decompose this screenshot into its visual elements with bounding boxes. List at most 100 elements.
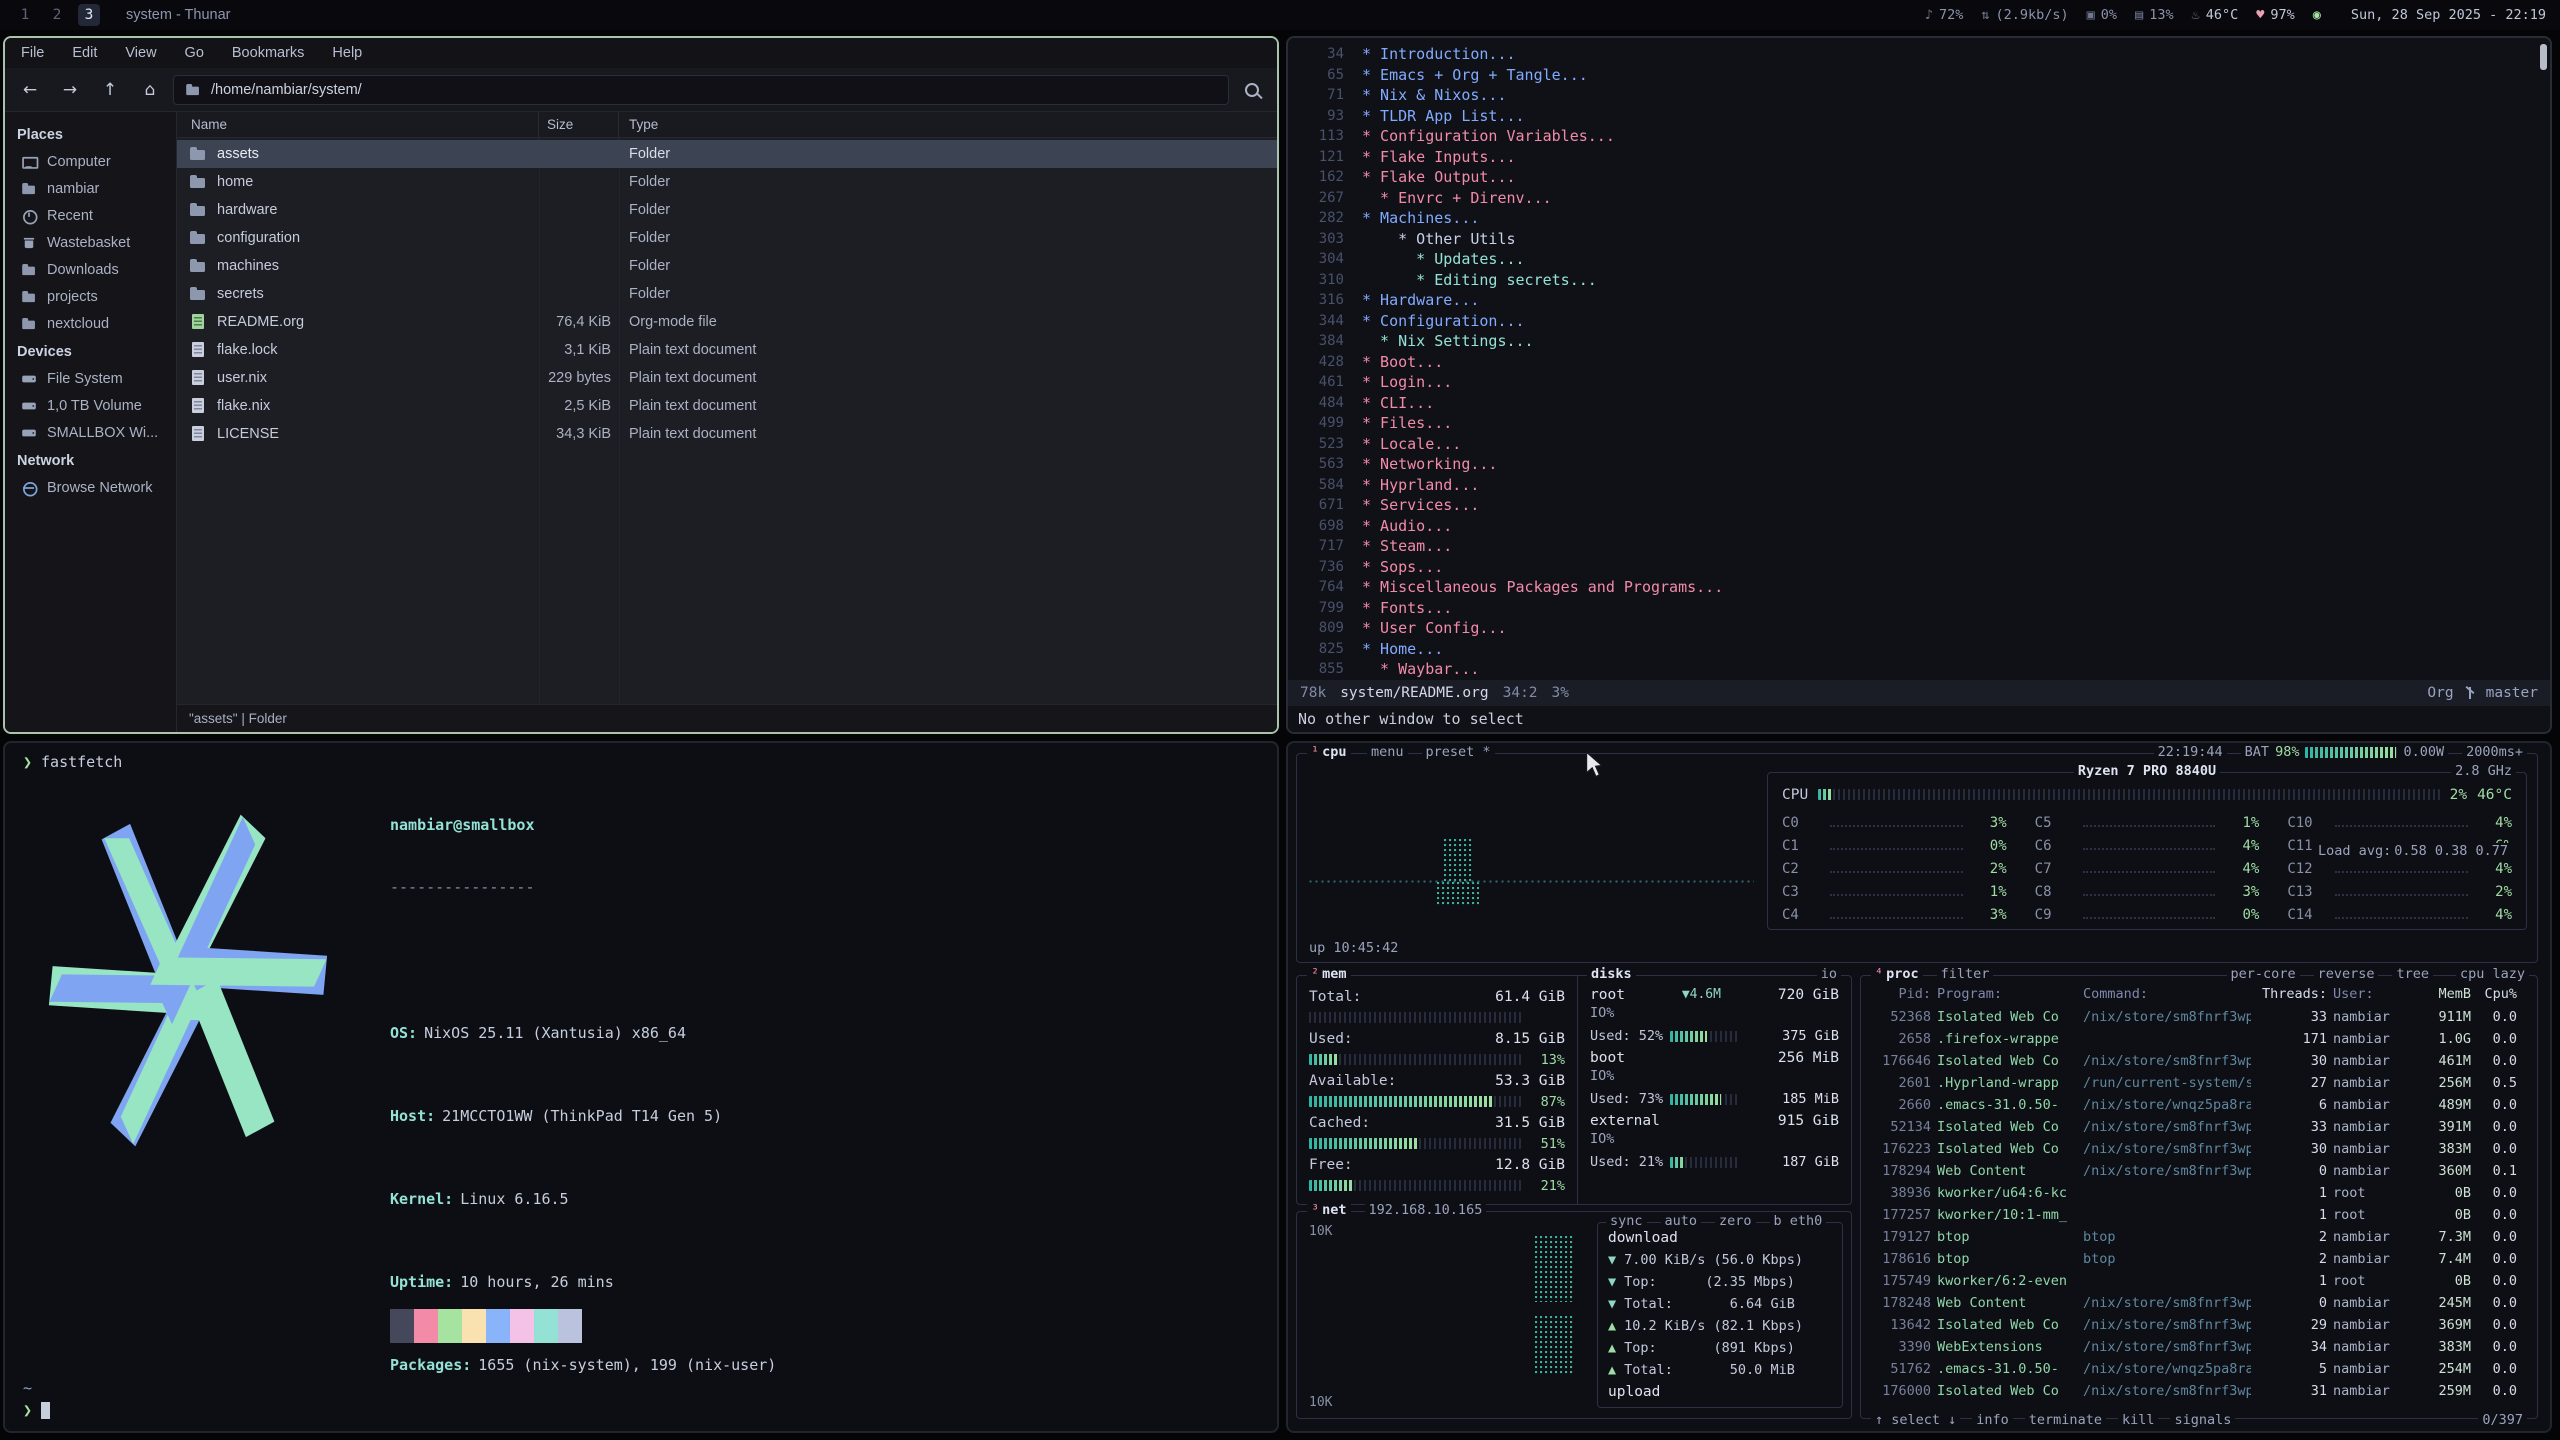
- file-row[interactable]: assets Folder: [177, 140, 1277, 168]
- proc-footer-action[interactable]: ↑ select ↓: [1871, 1412, 1960, 1428]
- org-heading: * CLI...: [1362, 394, 1434, 412]
- process-row[interactable]: 3390 WebExtensions /nix/store/sm8fnrf3wp…: [1861, 1336, 2537, 1358]
- net-option[interactable]: sync: [1606, 1213, 1647, 1229]
- menu-item[interactable]: Help: [332, 45, 362, 61]
- process-user: nambiar: [2333, 1031, 2411, 1047]
- file-row[interactable]: flake.nix 2,5 KiB Plain text document: [177, 392, 1277, 420]
- sidebar-item[interactable]: Computer: [5, 148, 176, 175]
- column-header-type[interactable]: Type: [619, 112, 1277, 137]
- cpu-option[interactable]: menu: [1367, 744, 1408, 760]
- column-header-name[interactable]: Name: [177, 112, 539, 137]
- home-button[interactable]: ⌂: [133, 75, 167, 105]
- net-option[interactable]: b eth0: [1770, 1213, 1827, 1229]
- sidebar-item[interactable]: File System: [5, 365, 176, 392]
- forward-button[interactable]: →: [53, 75, 87, 105]
- sidebar-item[interactable]: nextcloud: [5, 310, 176, 337]
- process-row[interactable]: 38936 kworker/u64:6-kc 1 root 0B 0.0: [1861, 1182, 2537, 1204]
- status-module[interactable]: ◉: [2313, 7, 2327, 23]
- sidebar-item[interactable]: nambiar: [5, 175, 176, 202]
- menu-item[interactable]: Bookmarks: [232, 45, 305, 61]
- process-row[interactable]: 51762 .emacs-31.0.50- /nix/store/wnqz5pa…: [1861, 1358, 2537, 1380]
- path-bar[interactable]: /home/nambiar/system/: [173, 75, 1229, 105]
- status-module[interactable]: ♥ 97%: [2256, 7, 2295, 23]
- process-row[interactable]: 52134 Isolated Web Co /nix/store/sm8fnrf…: [1861, 1116, 2537, 1138]
- sidebar-item[interactable]: Recent: [5, 202, 176, 229]
- proc-sort-mode[interactable]: cpu lazy: [2456, 966, 2529, 982]
- scrollbar[interactable]: [2540, 44, 2547, 70]
- process-row[interactable]: 13642 Isolated Web Co /nix/store/sm8fnrf…: [1861, 1314, 2537, 1336]
- file-row[interactable]: user.nix 229 bytes Plain text document: [177, 364, 1277, 392]
- proc-footer-action[interactable]: info: [1972, 1412, 2013, 1428]
- status-module[interactable]: ⇅ (2.9kb/s): [1981, 7, 2068, 23]
- status-text: 13%: [2149, 7, 2173, 23]
- org-buffer[interactable]: 34 * Introduction... 65 * Emacs + Org + …: [1288, 38, 2550, 680]
- core-name: C7: [2035, 861, 2075, 877]
- process-row[interactable]: 177257 kworker/10:1-mm_ 1 root 0B 0.0: [1861, 1204, 2537, 1226]
- workspace-button[interactable]: 3: [78, 4, 100, 26]
- process-row[interactable]: 2658 .firefox-wrappe 171 nambiar 1.0G 0.…: [1861, 1028, 2537, 1050]
- core-percent: 3%: [2223, 884, 2259, 900]
- process-row[interactable]: 176223 Isolated Web Co /nix/store/sm8fnr…: [1861, 1138, 2537, 1160]
- back-button[interactable]: ←: [13, 75, 47, 105]
- menu-item[interactable]: Go: [185, 45, 204, 61]
- menu-item[interactable]: File: [21, 45, 44, 61]
- emacs-minibuffer[interactable]: No other window to select: [1288, 706, 2550, 732]
- filter-button[interactable]: filter: [1937, 966, 1994, 982]
- file-row[interactable]: configuration Folder: [177, 224, 1277, 252]
- sidebar-item[interactable]: SMALLBOX Wi...: [5, 419, 176, 446]
- process-row[interactable]: 52368 Isolated Web Co /nix/store/sm8fnrf…: [1861, 1006, 2537, 1028]
- up-button[interactable]: ↑: [93, 75, 127, 105]
- process-threads: 5: [2257, 1361, 2327, 1377]
- status-module[interactable]: Sun, 28 Sep 2025 - 22:19: [2345, 7, 2546, 23]
- proc-footer-action[interactable]: signals: [2170, 1412, 2235, 1428]
- net-option[interactable]: auto: [1661, 1213, 1702, 1229]
- process-row[interactable]: 2601 .Hyprland-wrapp /run/current-system…: [1861, 1072, 2537, 1094]
- core-name: C2: [1782, 861, 1822, 877]
- file-row[interactable]: LICENSE 34,3 KiB Plain text document: [177, 420, 1277, 448]
- workspace-button[interactable]: 1: [14, 4, 36, 26]
- menu-item[interactable]: View: [125, 45, 156, 61]
- column-header-size[interactable]: Size: [539, 112, 619, 137]
- sidebar-item[interactable]: projects: [5, 283, 176, 310]
- sidebar-item[interactable]: Downloads: [5, 256, 176, 283]
- sidebar-item[interactable]: Browse Network: [5, 474, 176, 501]
- proc-footer-action[interactable]: terminate: [2025, 1412, 2106, 1428]
- update-interval[interactable]: 2000ms+: [2462, 744, 2527, 760]
- process-row[interactable]: 2660 .emacs-31.0.50- /nix/store/wnqz5pa8…: [1861, 1094, 2537, 1116]
- org-heading-line: 563 * Networking...: [1288, 454, 2550, 475]
- proc-header-row[interactable]: Pid: Program: Command: Threads: User: Me…: [1861, 982, 2537, 1006]
- file-row[interactable]: README.org 76,4 KiB Org-mode file: [177, 308, 1277, 336]
- process-row[interactable]: 178616 btop btop 2 nambiar 7.4M 0.0: [1861, 1248, 2537, 1270]
- search-button[interactable]: [1235, 75, 1269, 105]
- cpu-option[interactable]: preset *: [1422, 744, 1495, 760]
- net-option[interactable]: zero: [1715, 1213, 1756, 1229]
- sidebar-item[interactable]: Wastebasket: [5, 229, 176, 256]
- status-module[interactable]: ♨ 46°C: [2192, 7, 2239, 23]
- mem-stat-label: Used:: [1309, 1031, 1353, 1047]
- status-module[interactable]: ▤ 13%: [2135, 7, 2174, 23]
- sidebar-item[interactable]: 1,0 TB Volume: [5, 392, 176, 419]
- proc-option[interactable]: reverse: [2314, 966, 2379, 982]
- process-row[interactable]: 178248 Web Content /nix/store/sm8fnrf3wp…: [1861, 1292, 2537, 1314]
- menu-item[interactable]: Edit: [72, 45, 97, 61]
- process-row[interactable]: 176000 Isolated Web Co /nix/store/sm8fnr…: [1861, 1380, 2537, 1402]
- file-row[interactable]: machines Folder: [177, 252, 1277, 280]
- dotted-leader: [2083, 871, 2216, 873]
- process-row[interactable]: 175749 kworker/6:2-even 1 root 0B 0.0: [1861, 1270, 2537, 1292]
- file-row[interactable]: flake.lock 3,1 KiB Plain text document: [177, 336, 1277, 364]
- proc-footer-action[interactable]: kill: [2118, 1412, 2159, 1428]
- process-row[interactable]: 178294 Web Content /nix/store/sm8fnrf3wp…: [1861, 1160, 2537, 1182]
- fastfetch-separator: ----------------: [390, 877, 1011, 898]
- terminal-window[interactable]: ❯ fastfetch nambiar@smallbox -----------…: [3, 741, 1279, 1433]
- workspace-button[interactable]: 2: [46, 4, 68, 26]
- process-row[interactable]: 176646 Isolated Web Co /nix/store/sm8fnr…: [1861, 1050, 2537, 1072]
- file-row[interactable]: home Folder: [177, 168, 1277, 196]
- status-module[interactable]: ♪ 72%: [1925, 7, 1964, 23]
- process-row[interactable]: 179127 btop btop 2 nambiar 7.3M 0.0: [1861, 1226, 2537, 1248]
- proc-option[interactable]: per-core: [2227, 966, 2300, 982]
- status-module[interactable]: ▣ 0%: [2087, 7, 2117, 23]
- file-row[interactable]: secrets Folder: [177, 280, 1277, 308]
- proc-option[interactable]: tree: [2392, 966, 2433, 982]
- file-type: Org-mode file: [619, 314, 1277, 330]
- file-row[interactable]: hardware Folder: [177, 196, 1277, 224]
